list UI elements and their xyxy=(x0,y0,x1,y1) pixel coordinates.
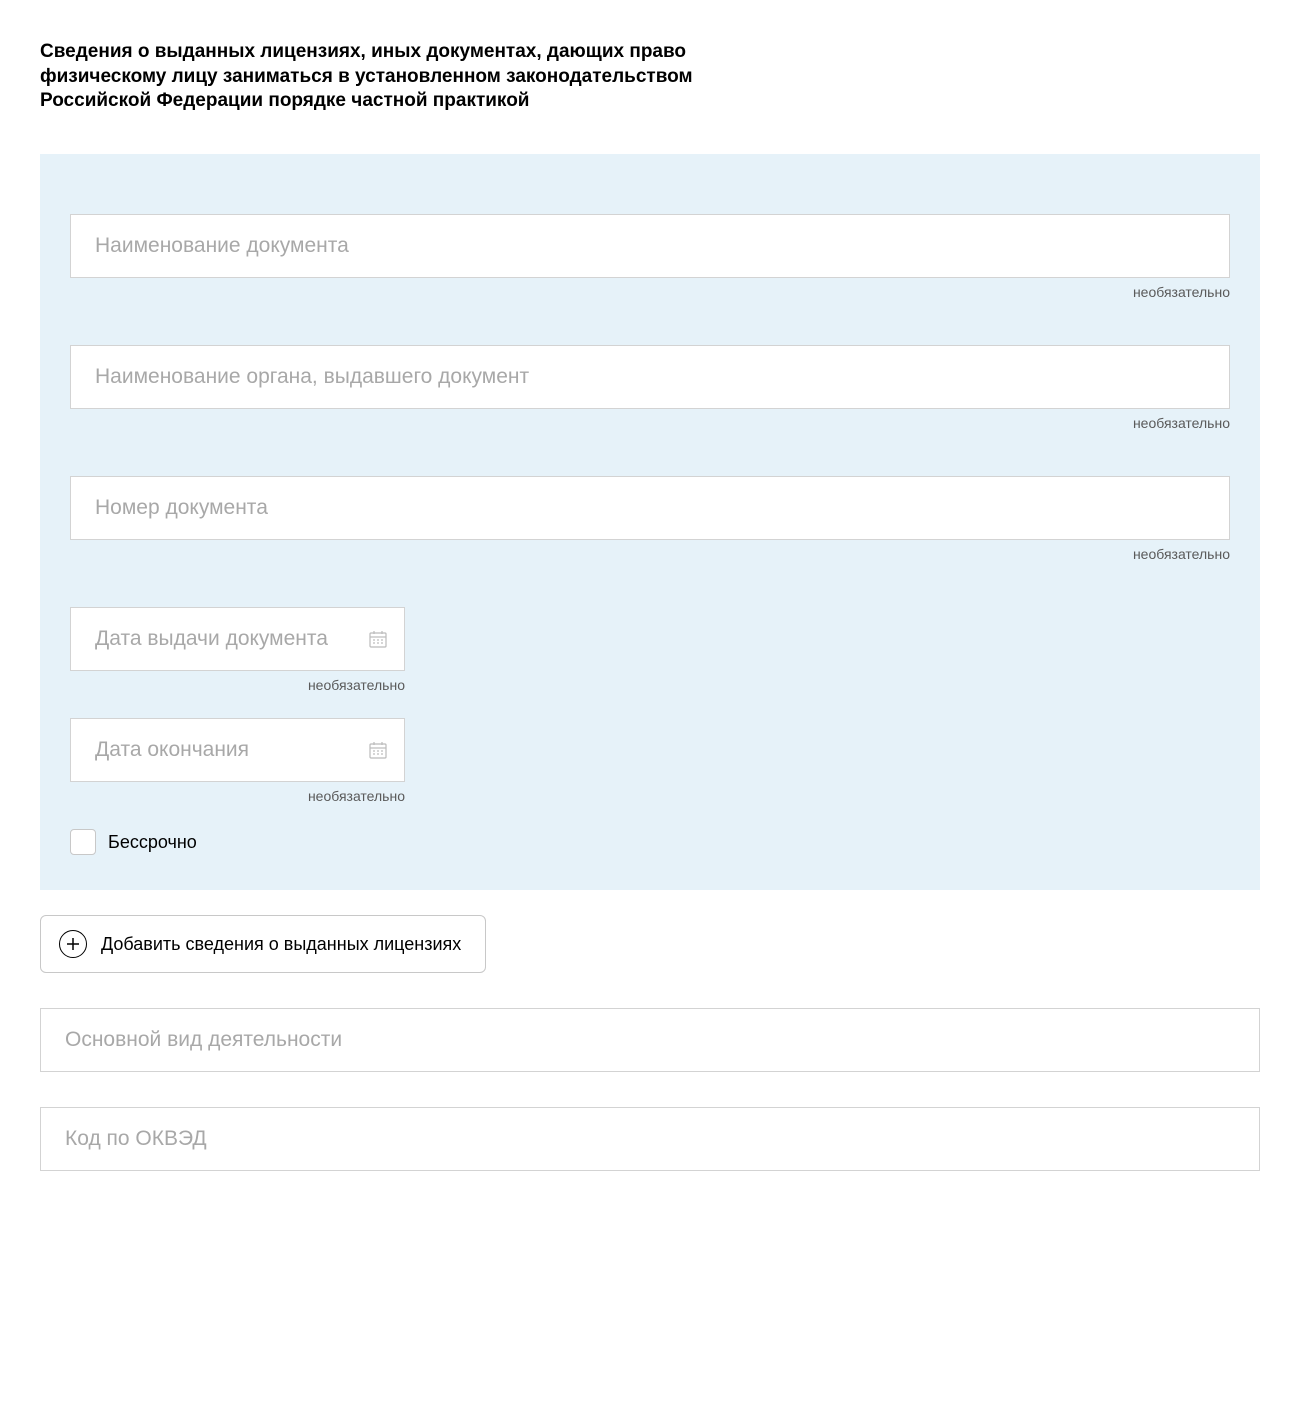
add-license-label: Добавить сведения о выданных лицензиях xyxy=(101,934,461,955)
main-activity-group xyxy=(40,1008,1260,1072)
main-activity-input[interactable] xyxy=(40,1008,1260,1072)
doc-number-input[interactable] xyxy=(70,476,1230,540)
issuer-input[interactable] xyxy=(70,345,1230,409)
plus-icon xyxy=(59,930,87,958)
issue-date-helper: необязательно xyxy=(70,677,405,693)
doc-name-helper: необязательно xyxy=(70,284,1230,300)
perpetual-checkbox[interactable] xyxy=(70,829,96,855)
add-license-button[interactable]: Добавить сведения о выданных лицензиях xyxy=(40,915,486,973)
end-date-helper: необязательно xyxy=(70,788,405,804)
issue-date-input[interactable] xyxy=(70,607,405,671)
section-heading: Сведения о выданных лицензиях, иных доку… xyxy=(40,40,720,114)
issuer-group: необязательно xyxy=(70,345,1230,431)
doc-name-group: необязательно xyxy=(70,214,1230,300)
doc-number-helper: необязательно xyxy=(70,546,1230,562)
issuer-helper: необязательно xyxy=(70,415,1230,431)
license-panel: необязательно необязательно необязательн… xyxy=(40,154,1260,890)
end-date-group: необязательно xyxy=(70,718,1230,804)
doc-number-group: необязательно xyxy=(70,476,1230,562)
okved-code-input[interactable] xyxy=(40,1107,1260,1171)
end-date-input[interactable] xyxy=(70,718,405,782)
issue-date-group: необязательно xyxy=(70,607,1230,693)
perpetual-label: Бессрочно xyxy=(108,832,197,853)
doc-name-input[interactable] xyxy=(70,214,1230,278)
okved-code-group xyxy=(40,1107,1260,1171)
perpetual-row: Бессрочно xyxy=(70,829,1230,855)
